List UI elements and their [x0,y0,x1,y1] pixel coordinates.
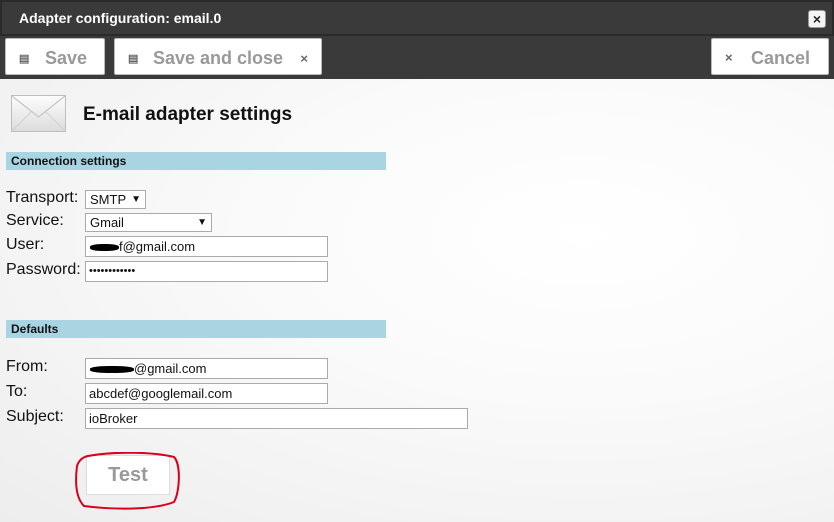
save-button-label: Save [45,48,88,68]
from-field-value: @gmail.com [134,361,207,376]
cancel-button[interactable]: × Cancel [711,38,829,75]
close-window-button[interactable]: × [808,10,826,28]
chevron-down-icon: ▼ [131,194,141,205]
close-icon: × [300,51,308,66]
subject-field[interactable]: ioBroker [85,408,468,429]
redaction-mark [90,244,119,252]
subject-field-value: ioBroker [89,411,138,426]
transport-select[interactable]: SMTP ▼ [85,190,146,209]
transport-select-value: SMTP [90,192,127,207]
cancel-button-label: Cancel [751,48,811,68]
from-label: From: [6,358,48,375]
to-label: To: [6,383,28,400]
title-bar: Adapter configuration: email.0 × [0,0,834,36]
floppy-disk-icon: ▤ [19,53,30,65]
save-button[interactable]: ▤ Save [5,38,105,75]
transport-label: Transport: [6,189,79,206]
page-title: E-mail adapter settings [83,104,293,125]
close-icon: × [812,11,822,27]
password-field-value: •••••••••••• [89,265,136,277]
user-field-value: f@gmail.com [119,239,196,254]
to-field-value: abcdef@googlemail.com [89,386,233,401]
redaction-mark [90,366,134,374]
save-and-close-button-label: Save and close [153,48,284,68]
close-icon: × [725,50,733,65]
password-label: Password: [6,261,81,278]
annotation-circle [75,452,180,510]
service-label: Service: [6,212,64,229]
save-and-close-button[interactable]: ▤ Save and close × [114,38,322,75]
password-field[interactable]: •••••••••••• [85,261,328,282]
floppy-disk-icon: ▤ [128,53,139,65]
section-header-defaults: Defaults [6,320,386,338]
user-field[interactable]: f@gmail.com [85,236,328,257]
chevron-down-icon: ▼ [197,217,207,228]
settings-panel: E-mail adapter settings Connection setti… [0,79,834,522]
service-select-value: Gmail [90,215,124,230]
window-title: Adapter configuration: email.0 [19,10,222,26]
envelope-icon [11,95,66,132]
subject-label: Subject: [6,408,64,425]
service-select[interactable]: Gmail ▼ [85,213,212,232]
user-label: User: [6,236,45,253]
toolbar: ▤ Save ▤ Save and close × × Cancel [0,36,834,79]
to-field[interactable]: abcdef@googlemail.com [85,383,328,404]
section-header-connection: Connection settings [6,152,386,170]
from-field[interactable]: @gmail.com [85,358,328,379]
